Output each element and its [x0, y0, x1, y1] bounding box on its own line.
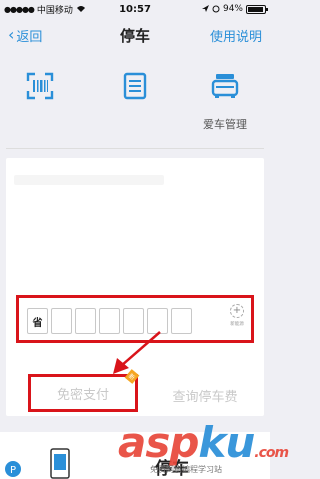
- watermark-logo: aspku.com: [118, 418, 289, 467]
- list-icon: [123, 72, 147, 100]
- plate-cell[interactable]: [75, 308, 96, 334]
- chevron-left-icon: ‹: [8, 25, 15, 44]
- battery-icon: [246, 4, 268, 14]
- car-manage-button[interactable]: 爱车管理: [190, 72, 260, 132]
- pay-label: 免密支付: [56, 387, 109, 403]
- car-manage-label: 爱车管理: [203, 118, 247, 131]
- nav-bar: ‹ 返回 停车 使用说明: [0, 18, 270, 52]
- divider: [6, 148, 264, 149]
- scan-icon: [26, 72, 54, 100]
- status-time: 10:57: [119, 3, 151, 15]
- records-button[interactable]: [100, 72, 170, 116]
- car-icon: [211, 74, 239, 98]
- plate-cell[interactable]: [51, 308, 72, 334]
- help-link[interactable]: 使用说明: [210, 26, 262, 45]
- password-free-pay-button[interactable]: 免密支付 新: [28, 369, 140, 412]
- scan-button[interactable]: [5, 72, 75, 116]
- plus-icon: +: [230, 304, 244, 318]
- card-header-placeholder: [14, 175, 164, 185]
- query-fee-button[interactable]: 查询停车费: [150, 380, 260, 410]
- plate-cell[interactable]: [171, 308, 192, 334]
- phone-icon: [50, 448, 70, 479]
- svg-text:P: P: [10, 465, 16, 476]
- back-label: 返回: [16, 29, 43, 45]
- function-row: 爱车管理: [0, 62, 270, 142]
- plate-province-cell[interactable]: 省: [27, 308, 48, 334]
- status-bar: ●●●●● 中国移动 10:57 94%: [0, 0, 270, 18]
- back-button[interactable]: ‹ 返回: [8, 26, 42, 45]
- parking-coin-icon: P: [5, 461, 21, 477]
- new-energy-label: 新能源: [230, 321, 244, 327]
- watermark-subtitle: 免费网络编程学习站: [150, 465, 222, 474]
- add-new-energy-button[interactable]: + 新能源: [227, 304, 247, 327]
